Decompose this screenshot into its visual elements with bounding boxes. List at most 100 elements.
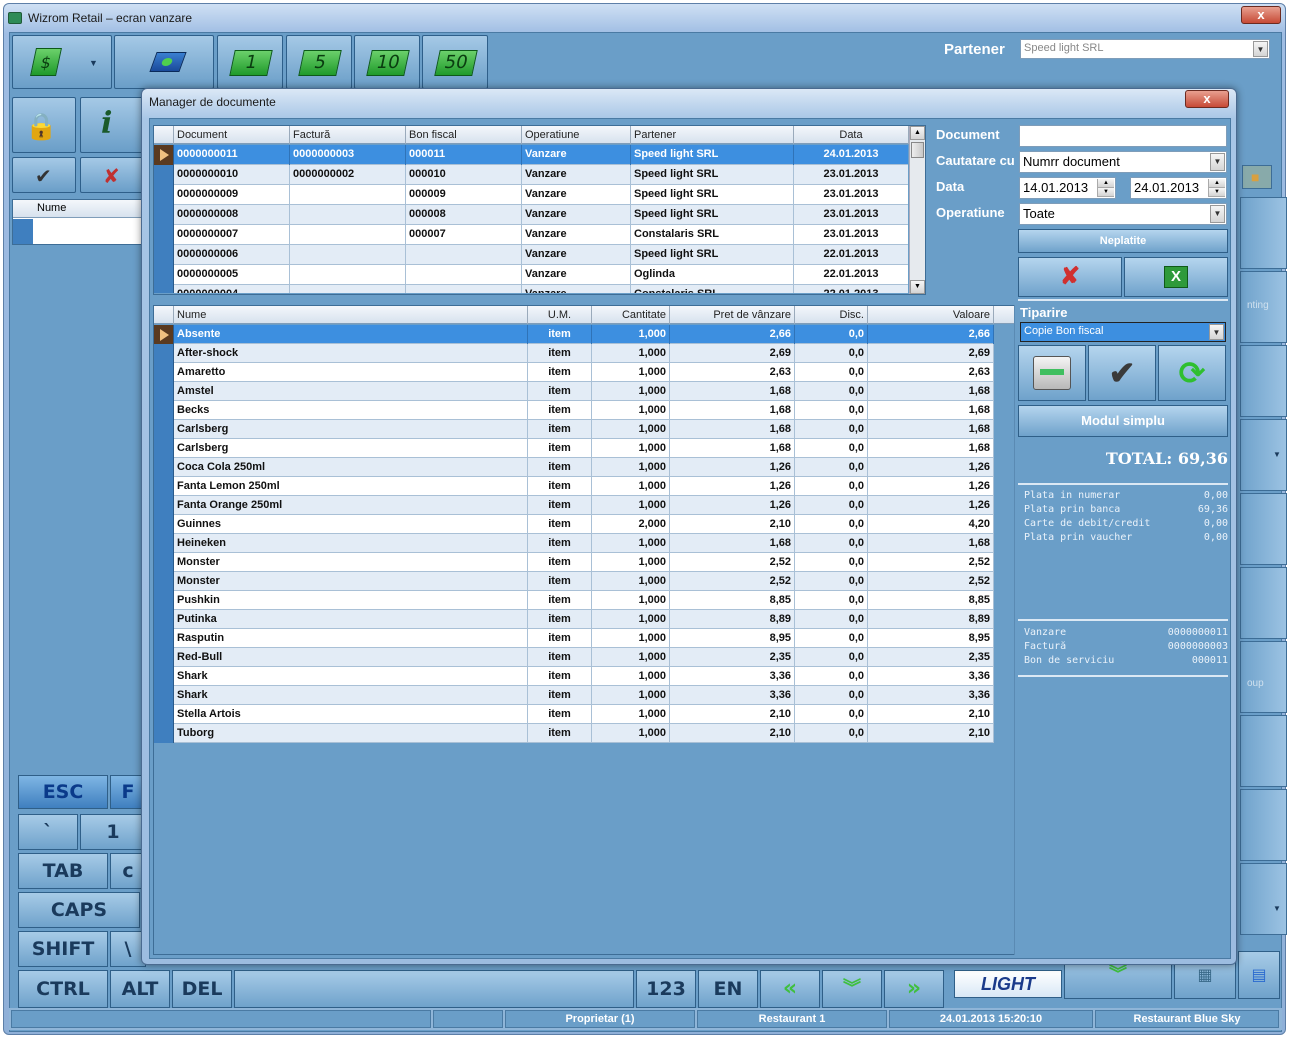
right-tile-10[interactable]: ▼: [1240, 863, 1287, 935]
item-row[interactable]: Absente item 1,000 2,66 0,0 2,66: [154, 325, 994, 344]
document-row[interactable]: 0000000006 Vanzare Speed light SRL 22.01.20…: [154, 245, 908, 265]
item-row[interactable]: Pushkin item 1,000 8,85 0,0 8,85: [154, 591, 994, 610]
key-esc[interactable]: ESC: [18, 775, 108, 809]
refresh-button[interactable]: ⟳: [1158, 345, 1226, 401]
card-button[interactable]: [114, 35, 214, 89]
confirm-button[interactable]: ✔: [12, 157, 76, 193]
search-by-select[interactable]: Numrr document ▼: [1019, 151, 1227, 173]
right-tile-8[interactable]: [1240, 715, 1287, 787]
excel-export-button[interactable]: X: [1124, 257, 1228, 297]
item-row[interactable]: Tuborg item 1,000 2,10 0,0 2,10: [154, 724, 994, 743]
right-tile-4[interactable]: ▼: [1240, 419, 1287, 491]
column-header-document[interactable]: Document: [174, 126, 290, 144]
confirm-print-button[interactable]: ✔: [1088, 345, 1156, 401]
right-tile-1[interactable]: [1240, 197, 1287, 269]
document-row[interactable]: 0000000005 Vanzare Oglinda 22.01.2013: [154, 265, 908, 285]
chevron-down-icon[interactable]: ▼: [1210, 205, 1225, 223]
item-row[interactable]: Amstel item 1,000 1,68 0,0 1,68: [154, 382, 994, 401]
column-header-date[interactable]: Data: [794, 126, 909, 144]
item-row[interactable]: Fanta Orange 250ml item 1,000 1,26 0,0 1,26: [154, 496, 994, 515]
item-row[interactable]: Putinka item 1,000 8,89 0,0 8,89: [154, 610, 994, 629]
print-select[interactable]: Copie Bon fiscal ▼: [1020, 322, 1226, 342]
right-tile-9[interactable]: [1240, 789, 1287, 861]
input-bar[interactable]: [234, 970, 634, 1008]
item-row[interactable]: Fanta Lemon 250ml item 1,000 1,26 0,0 1,26: [154, 477, 994, 496]
product-tile-light[interactable]: LIGHT: [954, 970, 1062, 998]
date-from-input[interactable]: 14.01.2013 ▲ ▼: [1019, 177, 1116, 199]
chevron-down-icon[interactable]: ▼: [1209, 324, 1224, 340]
key-ctrl[interactable]: CTRL: [18, 970, 108, 1008]
right-tile-7[interactable]: oup: [1240, 641, 1287, 713]
chevron-down-icon[interactable]: ▼: [1210, 153, 1225, 171]
item-row[interactable]: Heineken item 1,000 1,68 0,0 1,68: [154, 534, 994, 553]
scroll-up-icon[interactable]: ▲: [910, 126, 925, 140]
date-to-spinner[interactable]: ▲ ▼: [1208, 179, 1225, 197]
key-tab[interactable]: TAB: [18, 853, 108, 889]
chevron-down-icon[interactable]: ▼: [1253, 41, 1268, 57]
right-tile-6[interactable]: [1240, 567, 1287, 639]
note-50-button[interactable]: 50: [422, 35, 488, 89]
note-5-button[interactable]: 5: [286, 35, 352, 89]
lock-button[interactable]: 🔒: [12, 97, 76, 153]
documents-scrollbar[interactable]: ▲ ▼: [909, 126, 925, 294]
column-header-quantity[interactable]: Cantitate: [592, 306, 670, 324]
info-button[interactable]: i: [80, 97, 144, 153]
document-row[interactable]: 0000000008 000008 Vanzare Speed light SRL 23…: [154, 205, 908, 225]
date-from-spinner[interactable]: ▲ ▼: [1097, 179, 1114, 197]
scroll-thumb[interactable]: [911, 142, 924, 158]
key-caps[interactable]: CAPS: [18, 892, 140, 928]
print-button[interactable]: [1018, 345, 1086, 401]
column-header-unit[interactable]: U.M.: [528, 306, 592, 324]
date-to-input[interactable]: 24.01.2013 ▲ ▼: [1130, 177, 1227, 199]
item-row[interactable]: Guinnes item 2,000 2,10 0,0 4,20: [154, 515, 994, 534]
item-row[interactable]: Red-Bull item 1,000 2,35 0,0 2,35: [154, 648, 994, 667]
note-10-button[interactable]: 10: [354, 35, 420, 89]
item-row[interactable]: Amaretto item 1,000 2,63 0,0 2,63: [154, 363, 994, 382]
item-row[interactable]: Rasputin item 1,000 8,95 0,0 8,95: [154, 629, 994, 648]
item-row[interactable]: Becks item 1,000 1,68 0,0 1,68: [154, 401, 994, 420]
document-row[interactable]: 0000000010 0000000002 000010 Vanzare Speed l…: [154, 165, 908, 185]
item-row[interactable]: Carlsberg item 1,000 1,68 0,0 1,68: [154, 439, 994, 458]
first-page-button[interactable]: «: [760, 970, 820, 1008]
right-tile-3[interactable]: [1240, 345, 1287, 417]
simple-mode-button[interactable]: Modul simplu: [1018, 405, 1228, 437]
window-close-button[interactable]: x: [1241, 6, 1281, 24]
key-alt[interactable]: ALT: [110, 970, 170, 1008]
column-header-invoice[interactable]: Factură: [290, 126, 406, 144]
stack-tile[interactable]: ▤: [1238, 951, 1280, 999]
dialog-close-button[interactable]: x: [1185, 90, 1229, 108]
item-row[interactable]: Monster item 1,000 2,52 0,0 2,52: [154, 572, 994, 591]
page-down-button[interactable]: ︾: [822, 970, 882, 1008]
partner-select[interactable]: Speed light SRL ▼: [1020, 39, 1270, 59]
document-row[interactable]: 0000000004 VanzareConstalaris SRL22.01.20…: [154, 285, 908, 293]
key-del[interactable]: DEL: [172, 970, 232, 1008]
scroll-down-icon[interactable]: ▼: [910, 280, 925, 294]
cancel-button[interactable]: ✘: [80, 157, 144, 193]
document-input[interactable]: [1019, 125, 1227, 147]
right-tile-5[interactable]: [1240, 493, 1287, 565]
column-header-value[interactable]: Valoare: [868, 306, 994, 324]
right-tile-2[interactable]: nting: [1240, 271, 1287, 343]
cash-button[interactable]: $ ▼: [12, 35, 112, 89]
numeric-mode-button[interactable]: 123: [636, 970, 696, 1008]
item-row[interactable]: Coca Cola 250ml item 1,000 1,26 0,0 1,26: [154, 458, 994, 477]
document-row[interactable]: 0000000009 000009 Vanzare Speed light SRL 23…: [154, 185, 908, 205]
item-row[interactable]: Shark item 1,000 3,36 0,0 3,36: [154, 667, 994, 686]
item-row[interactable]: After-shock item 1,000 2,69 0,0 2,69: [154, 344, 994, 363]
item-row[interactable]: Shark item 1,000 3,36 0,0 3,36: [154, 686, 994, 705]
column-header-operation[interactable]: Operatiune: [522, 126, 631, 144]
document-row[interactable]: 0000000007 000007 Vanzare Constalaris SRL 23…: [154, 225, 908, 245]
unpaid-button[interactable]: Neplatite: [1018, 229, 1228, 253]
item-row[interactable]: Monster item 1,000 2,52 0,0 2,52: [154, 553, 994, 572]
column-header-discount[interactable]: Disc.: [795, 306, 868, 324]
key-backtick[interactable]: `: [18, 814, 78, 850]
document-row[interactable]: 0000000011 0000000003 000011 Vanzare Speed l…: [154, 145, 908, 165]
column-header-partner[interactable]: Partener: [631, 126, 794, 144]
key-shift[interactable]: SHIFT: [18, 931, 108, 967]
item-row[interactable]: Carlsberg item 1,000 1,68 0,0 1,68: [154, 420, 994, 439]
cancel-filter-button[interactable]: ✘: [1018, 257, 1122, 297]
operation-select[interactable]: Toate ▼: [1019, 203, 1227, 225]
note-1-button[interactable]: 1: [217, 35, 283, 89]
column-header-price[interactable]: Pret de vânzare: [670, 306, 795, 324]
language-button[interactable]: EN: [698, 970, 758, 1008]
